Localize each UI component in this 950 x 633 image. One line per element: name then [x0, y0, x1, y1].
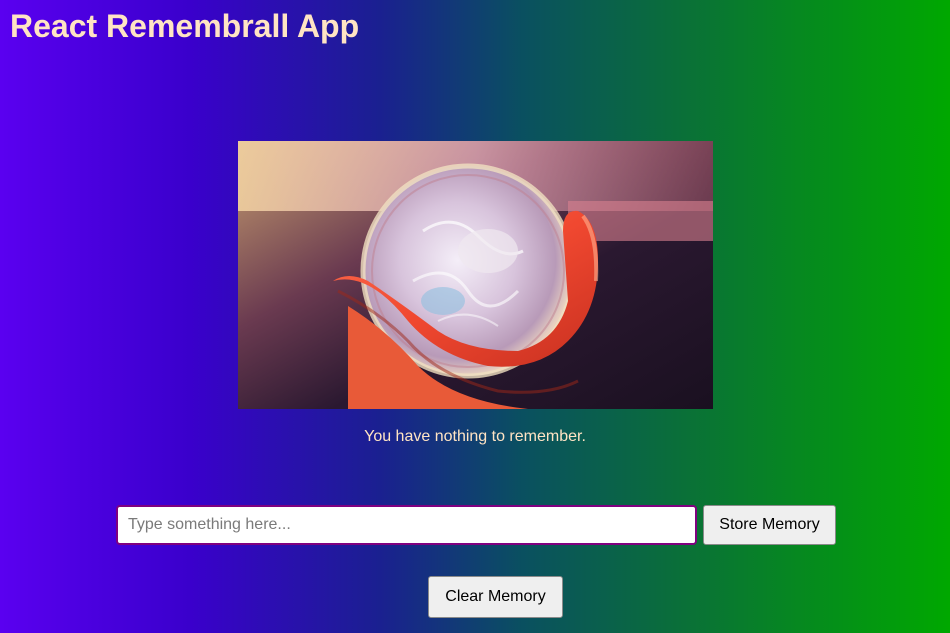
- app-title: React Remembrall App: [10, 8, 360, 44]
- clear-memory-button[interactable]: Clear Memory: [428, 576, 563, 618]
- store-memory-button[interactable]: Store Memory: [703, 505, 836, 545]
- memory-input[interactable]: [116, 505, 697, 545]
- remembrall-image: [238, 141, 713, 409]
- status-message: You have nothing to remember.: [364, 428, 586, 445]
